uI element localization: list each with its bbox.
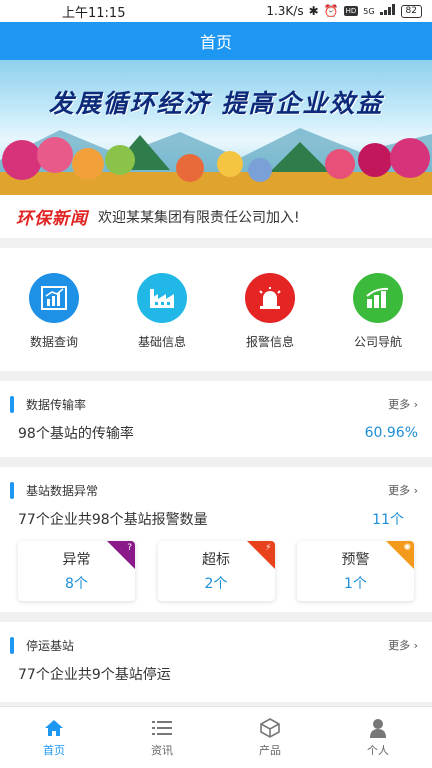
- home-icon: [44, 718, 64, 738]
- anomaly-summary: 77个企业共98个基站报警数量: [18, 512, 208, 528]
- tile-count: 8个: [65, 576, 88, 592]
- person-icon: [369, 718, 387, 738]
- banner-scenery: [0, 128, 432, 195]
- status-indicators: 1.3K/s ✱ ⏰ HD 5G 82: [266, 4, 422, 18]
- card-title-wrap: 基站数据异常: [10, 481, 99, 499]
- news-tag: 环保新闻: [16, 209, 88, 229]
- factory-icon: [137, 273, 187, 323]
- list-icon: [152, 718, 172, 738]
- tile-label: 异常: [62, 552, 91, 568]
- more-label: 更多: [388, 639, 411, 652]
- section-marker: [10, 481, 14, 499]
- chart-icon: [29, 273, 79, 323]
- tab-label: 首页: [43, 743, 65, 757]
- page-title: 首页: [199, 33, 232, 52]
- anomaly-card: 基站数据异常 更多 › 77个企业共98个基站报警数量 11个 ? 异常 8个 …: [0, 467, 432, 612]
- tile-count: 1个: [344, 576, 367, 592]
- signal-icon: [379, 4, 396, 18]
- quick-menu: 数据查询 基础信息 报警信息 公司导航: [0, 248, 432, 371]
- hd-badge: HD: [343, 6, 359, 16]
- section-title: 基站数据异常: [26, 483, 99, 498]
- section-marker: [10, 395, 14, 413]
- transmission-card: 数据传输率 更多 › 98个基站的传输率 60.96%: [0, 381, 432, 457]
- tile-abnormal[interactable]: ? 异常 8个: [18, 541, 135, 601]
- menu-item-data-query[interactable]: 数据查询: [9, 273, 99, 350]
- menu-item-alarm-info[interactable]: 报警信息: [225, 273, 315, 350]
- transmission-summary: 98个基站的传输率: [18, 426, 134, 442]
- tab-products[interactable]: 产品: [230, 717, 310, 758]
- more-label: 更多: [388, 398, 411, 411]
- cube-icon: [260, 717, 280, 738]
- app-header: 首页: [0, 22, 432, 60]
- chevron-right-icon: ›: [413, 398, 418, 411]
- bluetooth-icon: ✱: [308, 4, 319, 18]
- lightning-icon: ⚡: [265, 543, 272, 553]
- chevron-right-icon: ›: [413, 484, 418, 497]
- tab-label: 产品: [259, 743, 281, 757]
- more-link[interactable]: 更多 ›: [388, 637, 418, 653]
- stopped-card: 停运基站 更多 › 77个企业共9个基站停运: [0, 622, 432, 702]
- menu-item-company-nav[interactable]: 公司导航: [333, 273, 423, 350]
- tile-label: 超标: [202, 552, 230, 568]
- tile-exceeded[interactable]: ⚡ 超标 2个: [157, 541, 275, 601]
- anomaly-count: 11个: [372, 512, 404, 528]
- alarm-icon: [245, 273, 295, 323]
- menu-label: 报警信息: [245, 335, 294, 349]
- bottom-tab-bar: 首页 资讯 产品 个人: [0, 706, 432, 768]
- section-marker: [10, 636, 14, 654]
- news-text[interactable]: 欢迎某某集团有限责任公司加入!: [98, 207, 300, 227]
- status-bar: 上午11:15 1.3K/s ✱ ⏰ HD 5G 82: [0, 0, 432, 22]
- menu-label: 基础信息: [137, 335, 186, 349]
- more-link[interactable]: 更多 ›: [388, 396, 418, 412]
- network-label: 5G: [363, 6, 375, 16]
- tab-home[interactable]: 首页: [14, 718, 94, 758]
- section-title: 停运基站: [26, 638, 75, 653]
- tab-label: 资讯: [151, 743, 173, 757]
- divider: [0, 371, 432, 381]
- tile-warning[interactable]: ✺ 预警 1个: [297, 541, 414, 601]
- divider: [0, 612, 432, 622]
- question-icon: ?: [127, 543, 132, 553]
- section-title: 数据传输率: [26, 397, 87, 412]
- battery-indicator: 82: [400, 4, 422, 18]
- banner-slogan: 发展循环经济 提高企业效益: [48, 89, 384, 118]
- banner[interactable]: 发展循环经济 提高企业效益: [0, 60, 432, 195]
- bar-chart-icon: [353, 273, 403, 323]
- tab-news[interactable]: 资讯: [122, 718, 202, 758]
- more-label: 更多: [388, 484, 411, 497]
- net-speed: 1.3K/s: [266, 4, 304, 18]
- status-time: 上午11:15: [62, 5, 126, 21]
- anomaly-tiles: ? 异常 8个 ⚡ 超标 2个 ✺ 预警 1个: [14, 541, 418, 605]
- bulb-icon: ✺: [403, 543, 411, 553]
- chevron-right-icon: ›: [413, 639, 418, 652]
- divider: [0, 238, 432, 248]
- tile-count: 2个: [204, 576, 228, 592]
- transmission-rate: 60.96%: [364, 425, 418, 441]
- divider: [0, 457, 432, 467]
- menu-label: 公司导航: [353, 335, 402, 349]
- alarm-clock-icon: ⏰: [323, 4, 339, 18]
- menu-label: 数据查询: [29, 335, 78, 349]
- menu-item-basic-info[interactable]: 基础信息: [117, 273, 207, 350]
- tab-profile[interactable]: 个人: [338, 718, 418, 758]
- card-title-wrap: 数据传输率: [10, 395, 87, 413]
- stopped-summary: 77个企业共9个基站停运: [18, 667, 171, 683]
- more-link[interactable]: 更多 ›: [388, 482, 418, 498]
- tab-label: 个人: [367, 743, 389, 757]
- tile-label: 预警: [341, 552, 370, 568]
- card-title-wrap: 停运基站: [10, 636, 75, 654]
- news-ticker[interactable]: 环保新闻 欢迎某某集团有限责任公司加入!: [0, 195, 432, 238]
